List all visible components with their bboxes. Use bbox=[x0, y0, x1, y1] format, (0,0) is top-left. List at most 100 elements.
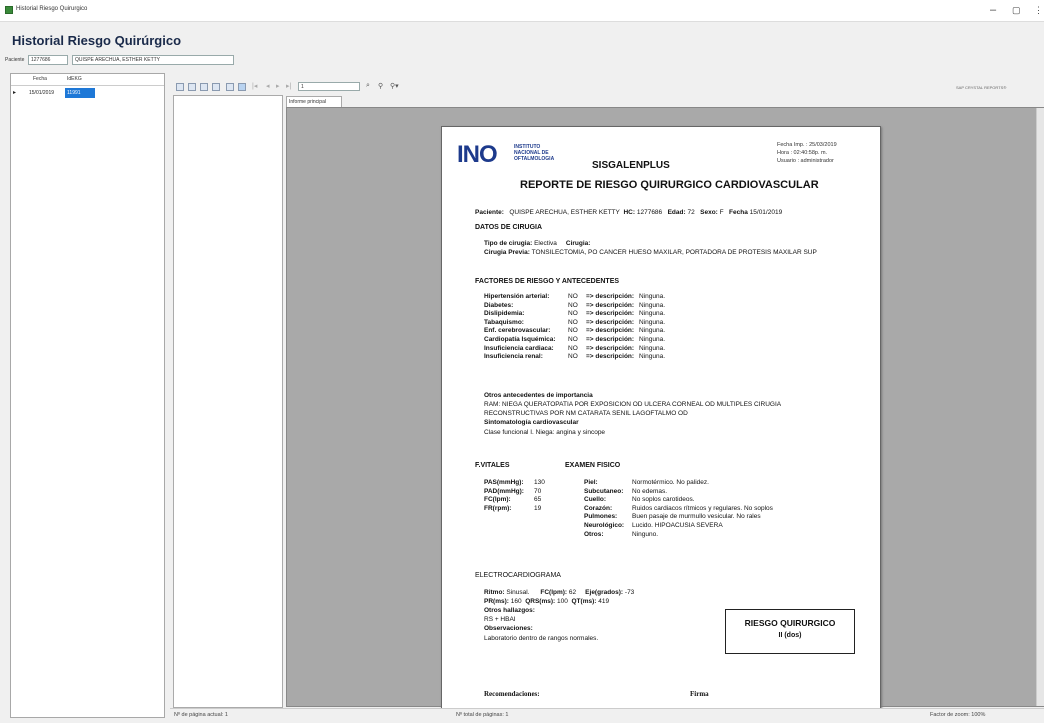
nav-last-icon[interactable]: ▸| bbox=[286, 82, 291, 90]
examen-value: Normotérmico. No palidez. bbox=[632, 479, 709, 486]
examen-row: Neurológico: Lucido. HIPOACUSIA SEVERA bbox=[584, 522, 874, 531]
nav-first-icon[interactable]: |◂ bbox=[252, 82, 257, 90]
row-id[interactable]: 11991 bbox=[65, 88, 95, 98]
factor-value: NO bbox=[568, 335, 578, 343]
maximize-button[interactable]: ▢ bbox=[1012, 5, 1021, 16]
section-fvitales: F.VITALES bbox=[475, 462, 510, 469]
vital-name: FR(rpm): bbox=[484, 504, 512, 512]
vital-row: FR(rpm): 19 bbox=[484, 505, 564, 514]
examen-row: Pulmones: Buen pasaje de murmullo vesicul… bbox=[584, 513, 874, 522]
status-bar: Nº de página actual: 1 Nº total de págin… bbox=[170, 708, 1044, 723]
vital-name: FC(lpm): bbox=[484, 496, 511, 504]
obs-text: Laboratorio dentro de rangos normales. bbox=[484, 635, 599, 642]
examen-name: Otros: bbox=[584, 530, 604, 538]
patient-id-field[interactable]: 1277686 bbox=[28, 55, 68, 65]
factor-value: NO bbox=[568, 310, 578, 318]
report-title: REPORTE DE RIESGO QUIRURGICO CARDIOVASCU… bbox=[520, 179, 819, 191]
factor-desc-label: => descripción: bbox=[586, 327, 635, 335]
factor-name: Insuficiencia cardiaca: bbox=[484, 344, 554, 352]
factor-desc: Ninguna. bbox=[639, 344, 666, 352]
minimize-button[interactable]: – bbox=[990, 4, 996, 16]
section-examen: EXAMEN FISICO bbox=[565, 462, 621, 469]
parameters-icon[interactable] bbox=[238, 83, 246, 91]
factor-desc: Ninguna. bbox=[639, 335, 666, 343]
institute-name: INSTITUTO NACIONAL DE OFTALMOLOGIA bbox=[514, 144, 555, 162]
more-button[interactable]: ⋮ bbox=[1034, 5, 1043, 16]
factor-name: Insuficiencia renal: bbox=[484, 353, 543, 361]
otros-title: Otros antecedentes de importancia bbox=[484, 392, 593, 399]
examen-value: Lucido. HIPOACUSIA SEVERA bbox=[632, 521, 723, 529]
factor-desc-label: => descripción: bbox=[586, 318, 635, 326]
find-icon[interactable]: ⌕ bbox=[366, 82, 370, 90]
page-number-input[interactable]: 1 bbox=[298, 82, 360, 91]
app-icon bbox=[5, 6, 13, 14]
binoculars-icon[interactable]: ⚲ bbox=[378, 82, 383, 90]
examen-name: Pulmones: bbox=[584, 513, 618, 521]
vital-value: 19 bbox=[534, 504, 542, 512]
examen-value: Ruidos cardiacos rítmicos y regulares. N… bbox=[632, 504, 773, 512]
factor-name: Dislipidemia: bbox=[484, 310, 525, 318]
zoom-status: Factor de zoom: 100% bbox=[930, 712, 986, 718]
examen-row: Corazón: Ruidos cardiacos rítmicos y regu… bbox=[584, 505, 874, 514]
print-info: Fecha Imp. : 25/03/2019 Hora : 02:40:58p.… bbox=[777, 142, 837, 164]
ecg-line2: PR(ms): 160 QRS(ms): 100 QT(ms): 419 bbox=[484, 598, 610, 605]
table-row[interactable]: ▸ 15/01/2019 11991 bbox=[11, 88, 164, 98]
vital-row: PAS(mmHg): 130 bbox=[484, 479, 564, 488]
factor-desc-label: => descripción: bbox=[586, 344, 635, 352]
crystal-reports-label: SAP CRYSTAL REPORTS® bbox=[956, 85, 1007, 90]
examen-value: Ninguno. bbox=[632, 530, 659, 538]
tipo-cirugia-line: Tipo de cirugia: Electiva Cirugia: bbox=[484, 240, 591, 247]
examen-value: Buen pasaje de murmullo vesicular. No ra… bbox=[632, 513, 761, 521]
nav-prev-icon[interactable]: ◂ bbox=[266, 82, 270, 90]
print-icon[interactable] bbox=[188, 83, 196, 91]
factor-name: Diabetes: bbox=[484, 301, 514, 309]
page-title: Historial Riesgo Quirúrgico bbox=[12, 33, 182, 48]
nav-next-icon[interactable]: ▸ bbox=[276, 82, 280, 90]
factor-value: NO bbox=[568, 293, 578, 300]
recomendaciones-label: Recomendaciones: bbox=[484, 690, 540, 698]
copy-icon[interactable] bbox=[212, 83, 220, 91]
row-selector-icon: ▸ bbox=[13, 90, 17, 96]
section-datos-cirugia: DATOS DE CIRUGIA bbox=[475, 224, 543, 231]
refresh-icon[interactable] bbox=[200, 83, 208, 91]
zoom-icon[interactable]: ⚲▾ bbox=[390, 82, 399, 90]
report-page: INO INSTITUTO NACIONAL DE OFTALMOLOGIA Fec… bbox=[441, 126, 881, 716]
factor-desc: Ninguna. bbox=[639, 310, 666, 318]
factor-value: NO bbox=[568, 327, 578, 335]
examen-name: Corazón: bbox=[584, 504, 613, 512]
exam-list-panel bbox=[10, 73, 165, 718]
factor-row: Hipertensión arterial: NO => descripción: N… bbox=[484, 293, 844, 302]
firma-label: Firma bbox=[690, 690, 709, 698]
factores-list: Hipertensión arterial: NO => descripción: N… bbox=[484, 293, 844, 362]
examen-row: Cuello: No soplos carotideos. bbox=[584, 496, 874, 505]
vital-value: 70 bbox=[534, 487, 542, 495]
tab-informe-principal[interactable]: Informe principal bbox=[286, 96, 342, 107]
vital-name: PAS(mmHg): bbox=[484, 479, 524, 486]
examen-name: Piel: bbox=[584, 479, 598, 486]
otros-line2: RECONSTRUCTIVAS POR NM CATARATA SENIL LA… bbox=[484, 410, 688, 417]
vital-value: 65 bbox=[534, 496, 542, 504]
examen-row: Piel: Normotérmico. No palidez. bbox=[584, 479, 874, 488]
factor-value: NO bbox=[568, 301, 578, 309]
current-page-status: Nº de página actual: 1 bbox=[174, 712, 228, 718]
col-fecha[interactable]: Fecha bbox=[33, 76, 47, 82]
factor-desc-label: => descripción: bbox=[586, 301, 635, 309]
vertical-scrollbar[interactable] bbox=[1036, 108, 1044, 706]
patient-name-field[interactable]: QUISPE ARECHUA, ESTHER KETTY bbox=[72, 55, 234, 65]
section-factores: FACTORES DE RIESGO Y ANTECEDENTES bbox=[475, 278, 620, 285]
factor-row: Insuficiencia renal: NO => descripción: Nin… bbox=[484, 353, 844, 362]
factor-row: Insuficiencia cardiaca: NO => descripción:… bbox=[484, 345, 844, 354]
vitales-list: PAS(mmHg): 130 PAD(mmHg): 70 FC(lpm): 65 FR(rp… bbox=[484, 479, 564, 513]
group-tree-icon[interactable] bbox=[226, 83, 234, 91]
vital-name: PAD(mmHg): bbox=[484, 487, 524, 495]
factor-desc: Ninguna. bbox=[639, 327, 666, 335]
factor-name: Tabaquismo: bbox=[484, 318, 524, 326]
col-idekg[interactable]: IdEKG bbox=[67, 76, 82, 82]
examen-value: No edemas. bbox=[632, 487, 668, 495]
row-date[interactable]: 15/01/2019 bbox=[29, 90, 54, 96]
hallazgos-label: Otros hallazgos: bbox=[484, 607, 535, 614]
factor-name: Hipertensión arterial: bbox=[484, 293, 550, 300]
export-icon[interactable] bbox=[176, 83, 184, 91]
ecg-line1: Ritmo: Sinusal. FC(lpm): 62 Eje(grados):… bbox=[484, 589, 635, 596]
cirugia-previa-line: Cirugia Previa: TONSILECTOMIA, PO CANCER… bbox=[484, 249, 817, 256]
